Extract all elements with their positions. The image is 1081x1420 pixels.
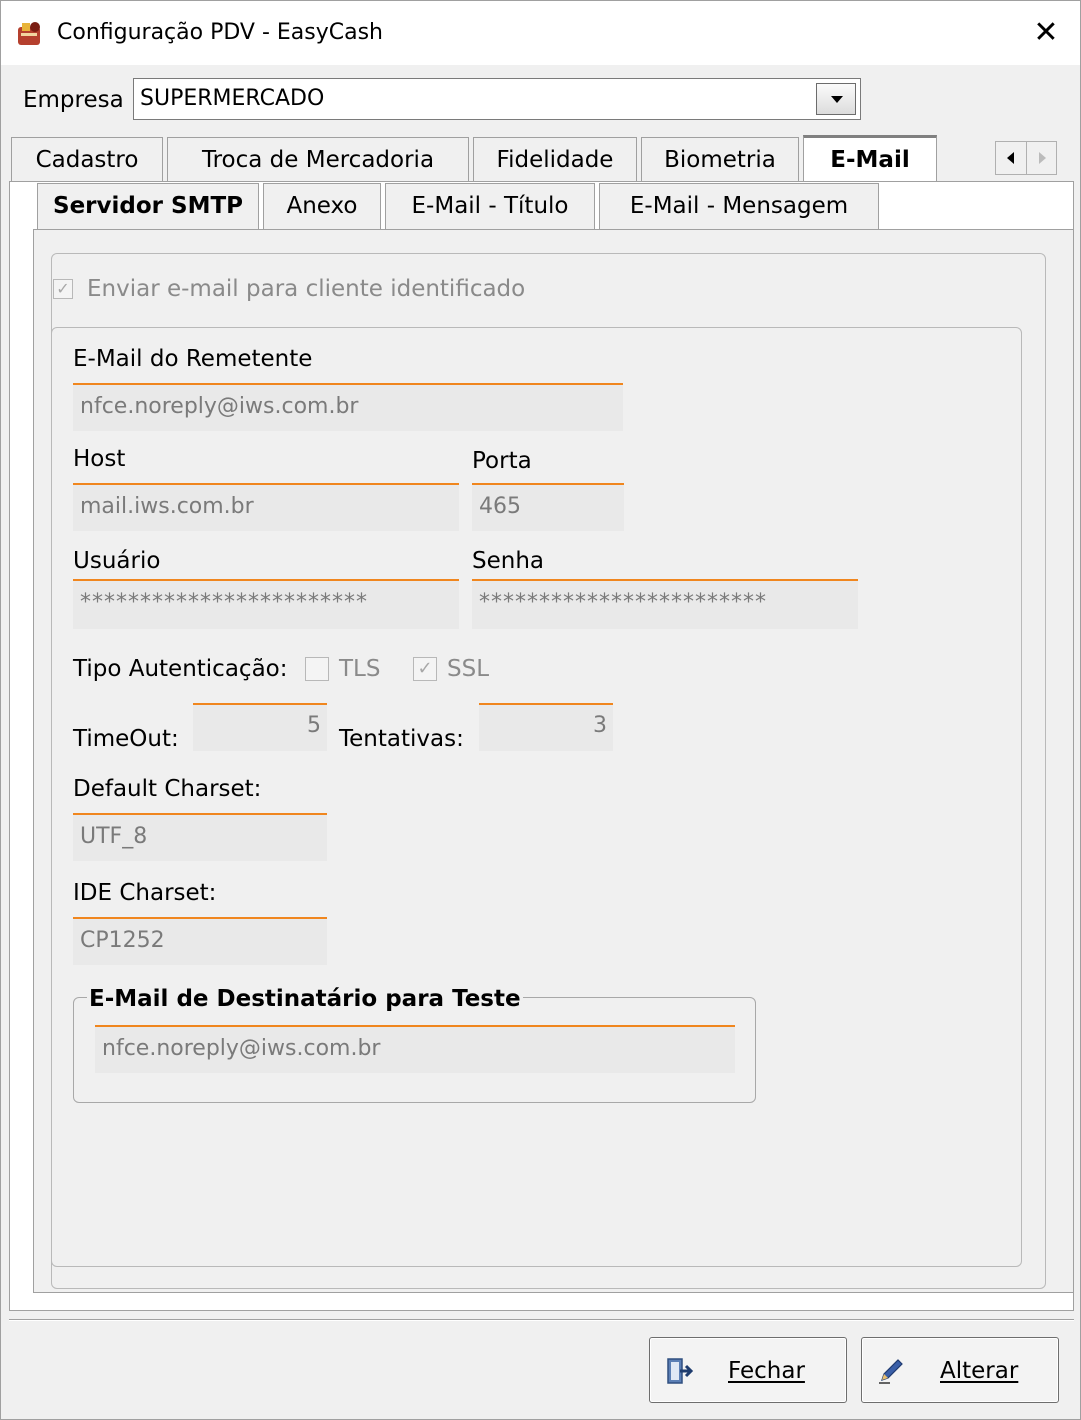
subtab-label: Anexo: [286, 193, 358, 219]
tab-troca-de-mercadoria[interactable]: Troca de Mercadoria: [167, 137, 469, 183]
window-title: Configuração PDV - EasyCash: [57, 20, 383, 45]
subtab-servidor-smtp[interactable]: Servidor SMTP: [37, 183, 259, 229]
empresa-value: SUPERMERCADO: [140, 86, 325, 111]
tab-cadastro[interactable]: Cadastro: [11, 137, 163, 183]
sender-label: E-Mail do Remetente: [73, 346, 313, 372]
send-email-checkbox[interactable]: ✓: [53, 279, 73, 299]
tab-email[interactable]: E-Mail: [803, 135, 937, 183]
tab-fidelidade[interactable]: Fidelidade: [473, 137, 637, 183]
app-icon: [18, 22, 40, 45]
close-icon[interactable]: ✕: [1026, 15, 1066, 51]
retries-label: Tentativas:: [339, 726, 464, 752]
test-recipient-title: E-Mail de Destinatário para Teste: [87, 985, 523, 1013]
exit-door-icon: [667, 1358, 694, 1384]
config-window: Configuração PDV - EasyCash ✕ Empresa SU…: [0, 0, 1081, 1420]
password-field[interactable]: ************************: [472, 579, 858, 629]
ssl-label: SSL: [447, 656, 490, 682]
pencil-icon: [879, 1359, 903, 1384]
ide-charset-label: IDE Charset:: [73, 880, 217, 906]
test-recipient-field[interactable]: nfce.noreply@iws.com.br: [95, 1025, 735, 1073]
fechar-button[interactable]: Fechar: [649, 1337, 847, 1403]
bottom-separator: [9, 1319, 1074, 1321]
timeout-field[interactable]: 5: [193, 703, 327, 751]
alterar-button[interactable]: Alterar: [861, 1337, 1059, 1403]
subtab-anexo[interactable]: Anexo: [263, 183, 381, 229]
port-label: Porta: [472, 448, 532, 474]
tls-label: TLS: [339, 656, 381, 682]
subtab-email-titulo[interactable]: E-Mail - Título: [385, 183, 595, 229]
chevron-down-icon[interactable]: [816, 83, 856, 115]
timeout-label: TimeOut:: [73, 726, 179, 752]
title-bar: Configuração PDV - EasyCash ✕: [1, 1, 1080, 65]
tab-label: Fidelidade: [496, 147, 614, 173]
empresa-combobox[interactable]: SUPERMERCADO: [133, 78, 861, 120]
retries-field[interactable]: 3: [479, 703, 613, 751]
subtab-label: Servidor SMTP: [53, 193, 243, 219]
scroll-left-icon[interactable]: [996, 142, 1027, 174]
subtab-email-mensagem[interactable]: E-Mail - Mensagem: [599, 183, 879, 229]
fechar-label: Fechar: [728, 1358, 805, 1384]
ide-charset-field[interactable]: CP1252: [73, 917, 327, 965]
tab-scroll-arrows[interactable]: [995, 141, 1057, 175]
empresa-label: Empresa: [23, 87, 124, 113]
tab-label: Cadastro: [35, 147, 139, 173]
alterar-label: Alterar: [940, 1358, 1019, 1384]
user-field[interactable]: ************************: [73, 579, 459, 629]
port-field[interactable]: 465: [472, 483, 624, 531]
tab-label: Biometria: [664, 147, 776, 173]
subtab-label: E-Mail - Título: [411, 193, 569, 219]
tls-checkbox[interactable]: [305, 657, 329, 681]
tab-biometria[interactable]: Biometria: [641, 137, 799, 183]
sender-email-field[interactable]: nfce.noreply@iws.com.br: [73, 383, 623, 431]
send-email-label: Enviar e-mail para cliente identificado: [87, 276, 526, 302]
tab-label: E-Mail: [830, 147, 910, 173]
default-charset-label: Default Charset:: [73, 776, 262, 802]
host-label: Host: [73, 446, 126, 472]
ssl-checkbox[interactable]: ✓: [413, 657, 437, 681]
user-label: Usuário: [73, 548, 161, 574]
default-charset-field[interactable]: UTF_8: [73, 813, 327, 861]
tab-label: Troca de Mercadoria: [201, 147, 435, 173]
auth-type-label: Tipo Autenticação:: [73, 656, 288, 682]
host-field[interactable]: mail.iws.com.br: [73, 483, 459, 531]
subtab-label: E-Mail - Mensagem: [629, 193, 849, 219]
password-label: Senha: [472, 548, 544, 574]
